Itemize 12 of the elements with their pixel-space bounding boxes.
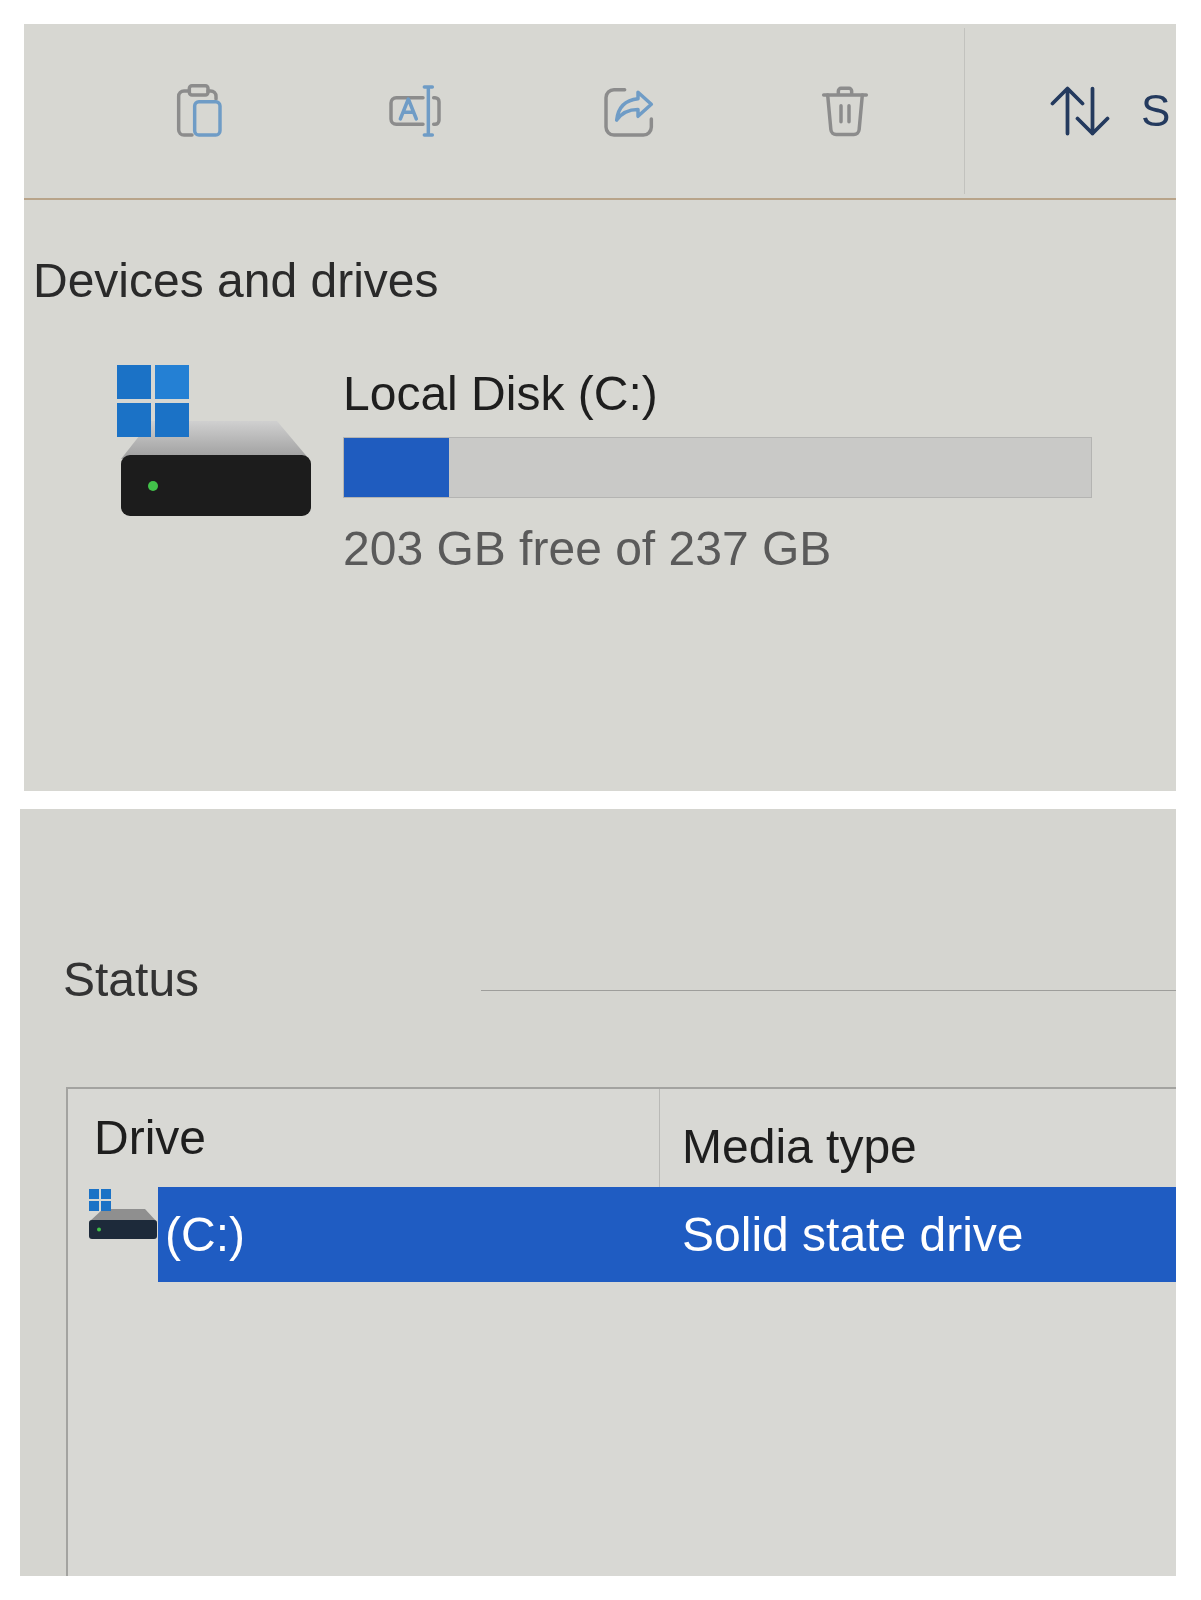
section-heading: Devices and drives xyxy=(33,253,439,309)
selected-row[interactable]: (C:) Solid state drive xyxy=(158,1187,1176,1282)
sort-button[interactable]: S xyxy=(1047,86,1171,136)
table-cell-text: (C:) xyxy=(165,1206,245,1263)
group-title: Status xyxy=(63,952,200,1008)
column-header[interactable]: Media type xyxy=(682,1118,917,1176)
storage-reading: 203 GB free of 237 GB xyxy=(343,521,832,577)
column-header[interactable]: Drive xyxy=(94,1109,206,1167)
table-cell-text: Solid state drive xyxy=(682,1206,1024,1263)
system-drive-icon xyxy=(89,1189,157,1239)
drive-name[interactable]: Local Disk (C:) xyxy=(343,365,658,423)
system-drive-icon xyxy=(117,365,311,516)
